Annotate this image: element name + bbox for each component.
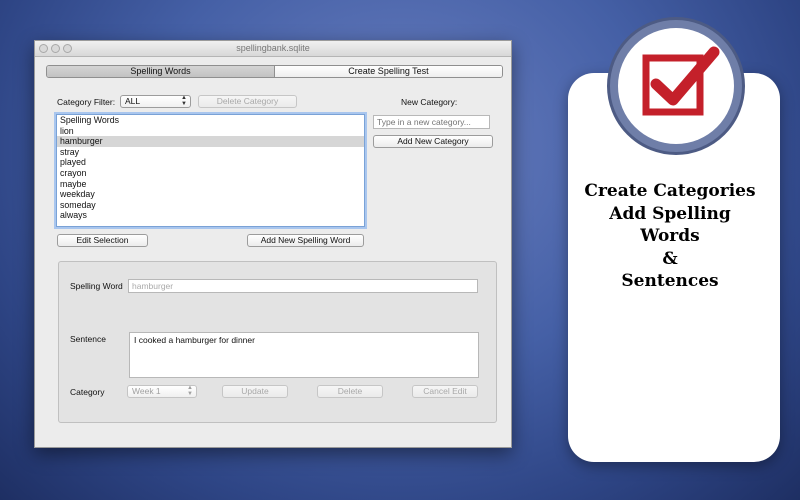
editor-category-select[interactable]: Week 1 ▲ ▼ <box>127 385 197 398</box>
list-item[interactable]: played <box>57 157 364 168</box>
delete-word-button[interactable]: Delete <box>317 385 383 398</box>
word-editor-panel: Spelling Word hamburger Sentence I cooke… <box>58 261 497 423</box>
spelling-word-label: Spelling Word <box>70 281 123 291</box>
list-item[interactable]: Spelling Words <box>57 115 364 126</box>
delete-category-button[interactable]: Delete Category <box>198 95 297 108</box>
chevron-updown-icon: ▲ ▼ <box>187 385 193 397</box>
add-new-category-button[interactable]: Add New Category <box>373 135 493 148</box>
list-item[interactable]: maybe <box>57 179 364 190</box>
spelling-word-field[interactable]: hamburger <box>128 279 478 293</box>
checkbox-check-badge <box>607 17 745 155</box>
app-window: spellingbank.sqlite Spelling Words Creat… <box>34 40 512 448</box>
promo-line: Words <box>640 226 700 246</box>
sentence-label: Sentence <box>70 334 106 344</box>
list-item[interactable]: someday <box>57 200 364 211</box>
checkbox-check-icon <box>642 46 720 116</box>
editor-category-value: Week 1 <box>132 386 161 396</box>
tab-create-spelling-test[interactable]: Create Spelling Test <box>275 66 502 77</box>
promo-line: & <box>662 248 678 269</box>
edit-selection-button[interactable]: Edit Selection <box>57 234 148 247</box>
category-label: Category <box>70 387 105 397</box>
spelling-word-list[interactable]: Spelling Words lion hamburger stray play… <box>56 114 365 227</box>
add-new-spelling-word-button[interactable]: Add New Spelling Word <box>247 234 364 247</box>
list-item[interactable]: lion <box>57 126 364 137</box>
chevron-updown-icon: ▲ ▼ <box>181 95 187 107</box>
promo-line: Add Spelling <box>609 203 731 224</box>
list-item[interactable]: weekday <box>57 189 364 200</box>
promo-line: Sentences <box>621 271 719 291</box>
new-category-input[interactable] <box>373 115 490 129</box>
window-title: spellingbank.sqlite <box>236 43 310 53</box>
promo-line: Create Categories <box>584 181 756 201</box>
tab-bar: Spelling Words Create Spelling Test <box>46 65 503 78</box>
update-button[interactable]: Update <box>222 385 288 398</box>
sentence-field[interactable]: I cooked a hamburger for dinner <box>129 332 479 378</box>
list-item[interactable]: crayon <box>57 168 364 179</box>
category-filter-label: Category Filter: <box>57 97 116 107</box>
new-category-label: New Category: <box>401 97 458 107</box>
title-bar: spellingbank.sqlite <box>35 41 511 57</box>
category-filter-select[interactable]: ALL ▲ ▼ <box>120 95 191 108</box>
list-item[interactable]: stray <box>57 147 364 158</box>
category-filter-value: ALL <box>125 96 141 106</box>
promo-headline: Create Categories Add Spelling Words & S… <box>568 180 772 293</box>
tab-spelling-words[interactable]: Spelling Words <box>47 66 275 77</box>
list-item[interactable]: always <box>57 210 364 221</box>
list-item-selected[interactable]: hamburger <box>57 136 364 147</box>
cancel-edit-button[interactable]: Cancel Edit <box>412 385 478 398</box>
